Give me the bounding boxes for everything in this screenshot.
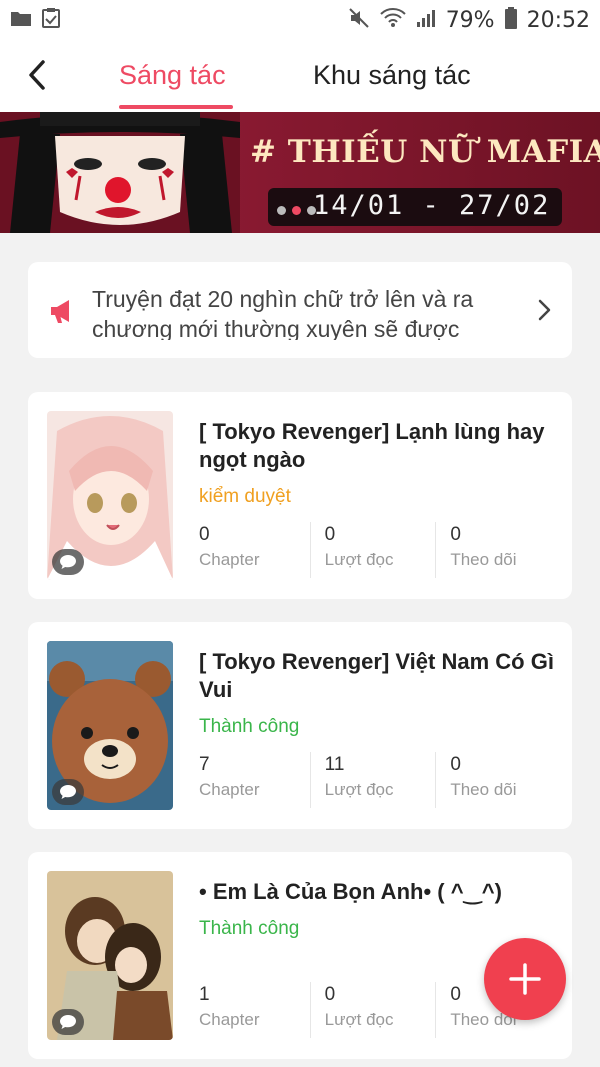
battery-percent: 79% [445, 7, 495, 33]
stat-chapter: 7 Chapter [199, 752, 310, 808]
banner-title: # THIẾU NỮ MAFIA [250, 134, 600, 170]
stat-value: 11 [324, 754, 345, 775]
banner-illustration [0, 112, 240, 233]
checkbox-notification-icon [42, 7, 60, 33]
stat-label: Chapter [199, 550, 260, 569]
mute-icon [348, 7, 370, 34]
story-cover[interactable] [47, 411, 173, 580]
story-card[interactable]: [ Tokyo Revenger] Việt Nam Có Gì Vui Thà… [28, 622, 572, 829]
story-title[interactable]: [ Tokyo Revenger] Lạnh lùng hay ngọt ngà… [199, 418, 559, 474]
chevron-left-icon [29, 60, 45, 90]
chat-bubble-icon [52, 1009, 84, 1035]
story-card[interactable]: [ Tokyo Revenger] Lạnh lùng hay ngọt ngà… [28, 392, 572, 599]
story-stats: 7 Chapter 11 Lượt đọc 0 Theo dõi [199, 752, 561, 808]
story-title[interactable]: • Em Là Của Bọn Anh• ( ^‿^) [199, 878, 559, 906]
megaphone-icon [51, 300, 69, 323]
signal-icon [416, 8, 436, 33]
stat-chapter: 0 Chapter [199, 522, 310, 578]
chevron-right-icon [538, 299, 551, 321]
stat-label: Chapter [199, 780, 260, 799]
stat-chapter: 1 Chapter [199, 982, 310, 1038]
story-stats: 0 Chapter 0 Lượt đọc 0 Theo dõi [199, 522, 561, 578]
stat-reads: 11 Lượt đọc [309, 752, 436, 808]
tab-khu-sang-tac[interactable]: Khu sáng tác [313, 60, 471, 91]
clock: 20:52 [526, 7, 590, 33]
stat-value: 0 [324, 524, 336, 545]
stat-label: Theo dõi [450, 780, 517, 799]
chat-bubble-icon [52, 549, 84, 575]
tab-sang-tac[interactable]: Sáng tác [119, 60, 226, 91]
stat-label: Lượt đọc [324, 550, 394, 569]
chat-bubble-icon [52, 779, 84, 805]
story-title[interactable]: [ Tokyo Revenger] Việt Nam Có Gì Vui [199, 648, 559, 704]
battery-icon [504, 6, 517, 34]
carousel-dot-active [292, 206, 301, 215]
back-button[interactable] [20, 58, 54, 92]
stat-label: Chapter [199, 1010, 260, 1029]
add-story-button[interactable] [484, 938, 566, 1020]
stat-value: 0 [324, 984, 336, 1005]
stat-follows: 0 Theo dõi [435, 752, 561, 808]
stat-value: 0 [450, 754, 461, 775]
wifi-icon [379, 7, 406, 33]
stat-value: 0 [199, 524, 210, 545]
stat-value: 0 [450, 524, 461, 545]
stat-follows: 0 Theo dõi [435, 522, 561, 578]
active-tab-indicator [119, 105, 233, 109]
notice-card[interactable]: Truyện đạt 20 nghìn chữ trở lên và ra ch… [28, 262, 572, 358]
carousel-dot [277, 206, 286, 215]
status-bar: 79% 20:52 [0, 0, 600, 40]
story-status: kiểm duyệt [199, 486, 291, 507]
stat-label: Lượt đọc [324, 780, 394, 799]
stat-reads: 0 Lượt đọc [309, 522, 436, 578]
story-status: Thành công [199, 716, 300, 737]
stat-reads: 0 Lượt đọc [309, 982, 436, 1038]
stat-label: Theo dõi [450, 550, 517, 569]
story-cover[interactable] [47, 871, 173, 1040]
stat-value: 1 [199, 984, 210, 1005]
story-status: Thành công [199, 918, 300, 939]
top-navigation: Sáng tác Khu sáng tác [0, 40, 600, 112]
notice-text: Truyện đạt 20 nghìn chữ trở lên và ra ch… [92, 286, 474, 340]
carousel-dot [307, 206, 316, 215]
carousel-indicator [277, 206, 316, 215]
story-cover[interactable] [47, 641, 173, 810]
stat-label: Lượt đọc [324, 1010, 394, 1029]
banner-date: 14/01 - 27/02 [313, 190, 551, 221]
promo-banner[interactable]: # THIẾU NỮ MAFIA 14/01 - 27/02 [0, 112, 600, 233]
folder-icon [10, 9, 32, 32]
plus-icon [509, 963, 541, 995]
stat-value: 7 [199, 754, 210, 775]
